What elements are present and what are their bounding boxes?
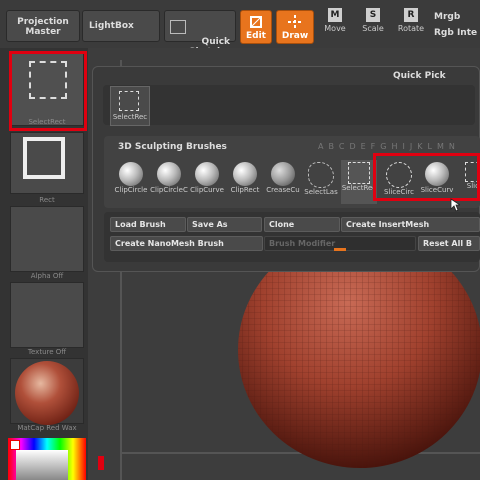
stroke-slot[interactable] (10, 132, 84, 194)
edit-icon (250, 16, 262, 28)
load-brush-button[interactable]: Load Brush (110, 217, 186, 232)
quick-sketch-icon (170, 20, 186, 34)
texture-slot[interactable] (10, 282, 84, 348)
clone-button[interactable]: Clone (264, 217, 340, 232)
edit-button[interactable]: Edit (240, 10, 272, 44)
brush-selectlasso[interactable]: SelectLas (303, 160, 339, 204)
texture-slot-label: Texture Off (27, 348, 67, 356)
letter-h[interactable]: H (391, 142, 402, 151)
letter-i[interactable]: I (403, 142, 410, 151)
color-swatch[interactable] (10, 440, 20, 450)
lasso-icon (308, 162, 334, 188)
move-icon: M (328, 8, 342, 22)
brush-label: CreaseCu (266, 186, 300, 194)
brush-clipcircle[interactable]: ClipCircle (113, 160, 149, 204)
axis-indicator (98, 456, 104, 470)
draw-button[interactable]: Draw (276, 10, 314, 44)
move-button[interactable]: M Move (316, 2, 354, 46)
selectrect-icon (119, 91, 139, 111)
recent-brush-label: SelectRec (112, 113, 148, 121)
rotate-label: Rotate (397, 24, 425, 33)
reset-all-brushes-button[interactable]: Reset All B (418, 236, 480, 251)
draw-label: Draw (281, 31, 309, 41)
material-slot-label: MatCap Red Wax (17, 424, 77, 432)
letter-a[interactable]: A (318, 142, 328, 151)
brush-cliprect[interactable]: ClipRect (227, 160, 263, 204)
selectrect-icon (348, 162, 370, 184)
save-as-button[interactable]: Save As (187, 217, 262, 232)
scale-label: Scale (362, 24, 384, 33)
create-nanomesh-button[interactable]: Create NanoMesh Brush (110, 236, 263, 251)
letter-index[interactable]: ABCDEFGHIJKLMN (318, 142, 460, 151)
mesh-sphere (238, 240, 480, 468)
stroke-slot-label: Rect (39, 196, 55, 204)
top-toolbar: Projection Master LightBox Quick Sketch … (0, 0, 480, 57)
brush-sphere-icon (157, 162, 181, 186)
brush-clipcurve[interactable]: ClipCurve (189, 160, 225, 204)
letter-m[interactable]: M (437, 142, 449, 151)
mrgb-button[interactable]: Mrgb (434, 12, 460, 22)
brush-sphere-icon (233, 162, 257, 186)
brush-label: SelectLas (304, 188, 338, 196)
letter-b[interactable]: B (328, 142, 338, 151)
brush-modifier-handle[interactable] (334, 248, 346, 251)
alpha-slot-label: Alpha Off (30, 272, 64, 280)
rotate-icon: R (404, 8, 418, 22)
letter-g[interactable]: G (380, 142, 391, 151)
quick-sketch-button[interactable]: Quick Sketch (164, 10, 236, 57)
rgb-intensity-slider[interactable]: Rgb Inte (434, 28, 477, 38)
brush-label: ClipCircle (114, 186, 148, 194)
highlight-box (9, 51, 87, 131)
highlight-box (373, 153, 480, 201)
brush-creasecurve[interactable]: CreaseCu (265, 160, 301, 204)
color-picker[interactable] (8, 438, 86, 480)
draw-crosshair-icon (288, 15, 302, 29)
create-insertmesh-button[interactable]: Create InsertMesh (341, 217, 480, 232)
scale-button[interactable]: S Scale (354, 2, 392, 46)
recent-brush-button[interactable]: SelectRec (110, 86, 150, 126)
rotate-button[interactable]: R Rotate (392, 2, 430, 46)
brush-label: ClipCurve (190, 186, 224, 194)
brush-sphere-icon (271, 162, 295, 186)
letter-c[interactable]: C (339, 142, 350, 151)
letter-e[interactable]: E (361, 142, 371, 151)
scale-icon: S (366, 8, 380, 22)
brush-selectrect[interactable]: SelectRec (341, 160, 377, 204)
material-slot[interactable] (10, 358, 84, 425)
color-square[interactable] (16, 450, 68, 480)
material-sphere-icon (15, 361, 79, 425)
brush-clipcirclecenter[interactable]: ClipCircleC (150, 160, 188, 204)
panel-title: Quick Pick (393, 71, 446, 81)
alpha-slot[interactable] (10, 206, 84, 272)
lightbox-button[interactable]: LightBox (82, 10, 160, 42)
letter-n[interactable]: N (449, 142, 460, 151)
letter-k[interactable]: K (417, 142, 427, 151)
brush-label: ClipRect (230, 186, 260, 194)
brush-sphere-icon (195, 162, 219, 186)
brush-label: ClipCircleC (150, 186, 188, 194)
section-title: 3D Sculpting Brushes (118, 142, 227, 152)
brush-sphere-icon (119, 162, 143, 186)
letter-l[interactable]: L (427, 142, 436, 151)
letter-f[interactable]: F (371, 142, 381, 151)
recent-brushes-bar (103, 85, 475, 125)
edit-label: Edit (246, 31, 266, 41)
move-label: Move (324, 24, 346, 33)
mouse-cursor-icon (450, 198, 460, 212)
rect-stroke-icon (23, 137, 65, 179)
projection-master-button[interactable]: Projection Master (6, 10, 80, 42)
letter-d[interactable]: D (349, 142, 360, 151)
